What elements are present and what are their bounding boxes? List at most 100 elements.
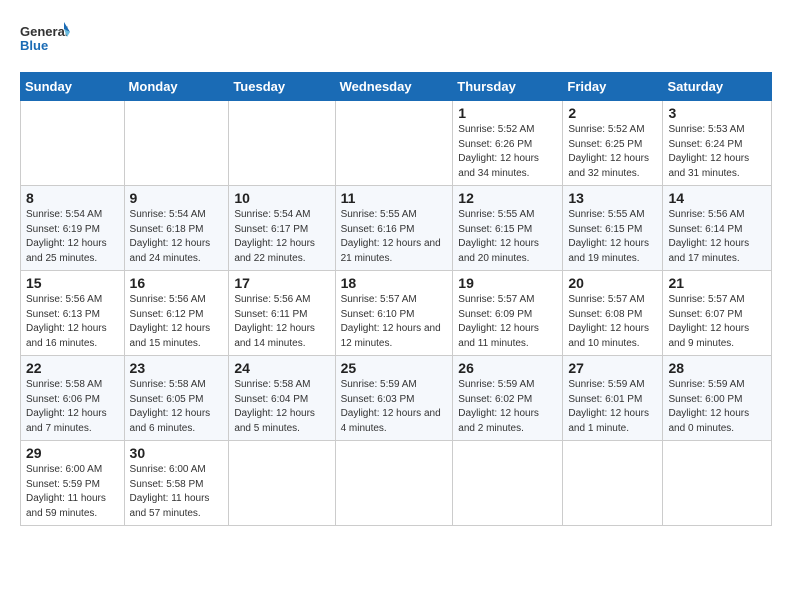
day-info: Sunrise: 5:57 AMSunset: 6:07 PMDaylight:… [668,294,749,349]
day-info: Sunrise: 5:55 AMSunset: 6:16 PMDaylight:… [341,209,441,264]
calendar-cell: 16 Sunrise: 5:56 AMSunset: 6:12 PMDaylig… [124,271,229,356]
day-info: Sunrise: 5:56 AMSunset: 6:12 PMDaylight:… [130,294,211,349]
day-info: Sunrise: 5:55 AMSunset: 6:15 PMDaylight:… [458,209,539,264]
column-header-saturday: Saturday [663,73,772,101]
calendar-cell: 15 Sunrise: 5:56 AMSunset: 6:13 PMDaylig… [21,271,125,356]
day-info: Sunrise: 6:00 AMSunset: 5:59 PMDaylight:… [26,464,106,519]
day-info: Sunrise: 5:52 AMSunset: 6:25 PMDaylight:… [568,124,649,179]
calendar-cell: 17 Sunrise: 5:56 AMSunset: 6:11 PMDaylig… [229,271,335,356]
calendar-cell: 14 Sunrise: 5:56 AMSunset: 6:14 PMDaylig… [663,186,772,271]
calendar-cell [229,441,335,526]
calendar-week-3: 15 Sunrise: 5:56 AMSunset: 6:13 PMDaylig… [21,271,772,356]
calendar-week-1: 1 Sunrise: 5:52 AMSunset: 6:26 PMDayligh… [21,101,772,186]
day-info: Sunrise: 5:56 AMSunset: 6:13 PMDaylight:… [26,294,107,349]
day-info: Sunrise: 5:54 AMSunset: 6:19 PMDaylight:… [26,209,107,264]
day-number: 29 [26,445,119,461]
calendar-cell: 19 Sunrise: 5:57 AMSunset: 6:09 PMDaylig… [453,271,563,356]
calendar-cell [663,441,772,526]
calendar-week-2: 8 Sunrise: 5:54 AMSunset: 6:19 PMDayligh… [21,186,772,271]
day-info: Sunrise: 5:56 AMSunset: 6:14 PMDaylight:… [668,209,749,264]
day-info: Sunrise: 5:54 AMSunset: 6:18 PMDaylight:… [130,209,211,264]
day-number: 3 [668,105,766,121]
calendar-week-4: 22 Sunrise: 5:58 AMSunset: 6:06 PMDaylig… [21,356,772,441]
calendar-cell [563,441,663,526]
day-info: Sunrise: 5:55 AMSunset: 6:15 PMDaylight:… [568,209,649,264]
day-info: Sunrise: 5:58 AMSunset: 6:06 PMDaylight:… [26,379,107,434]
day-number: 12 [458,190,557,206]
day-number: 1 [458,105,557,121]
calendar-cell: 30 Sunrise: 6:00 AMSunset: 5:58 PMDaylig… [124,441,229,526]
page-header: General Blue [20,20,772,62]
calendar-cell [335,441,453,526]
day-number: 28 [668,360,766,376]
column-header-thursday: Thursday [453,73,563,101]
day-info: Sunrise: 5:58 AMSunset: 6:04 PMDaylight:… [234,379,315,434]
calendar-cell: 22 Sunrise: 5:58 AMSunset: 6:06 PMDaylig… [21,356,125,441]
day-info: Sunrise: 5:58 AMSunset: 6:05 PMDaylight:… [130,379,211,434]
day-info: Sunrise: 5:59 AMSunset: 6:01 PMDaylight:… [568,379,649,434]
calendar-cell: 28 Sunrise: 5:59 AMSunset: 6:00 PMDaylig… [663,356,772,441]
calendar-cell: 18 Sunrise: 5:57 AMSunset: 6:10 PMDaylig… [335,271,453,356]
calendar-cell: 20 Sunrise: 5:57 AMSunset: 6:08 PMDaylig… [563,271,663,356]
calendar-cell: 23 Sunrise: 5:58 AMSunset: 6:05 PMDaylig… [124,356,229,441]
calendar-cell: 11 Sunrise: 5:55 AMSunset: 6:16 PMDaylig… [335,186,453,271]
day-number: 22 [26,360,119,376]
day-number: 20 [568,275,657,291]
day-number: 17 [234,275,329,291]
day-info: Sunrise: 5:59 AMSunset: 6:00 PMDaylight:… [668,379,749,434]
calendar-cell: 24 Sunrise: 5:58 AMSunset: 6:04 PMDaylig… [229,356,335,441]
calendar-week-5: 29 Sunrise: 6:00 AMSunset: 5:59 PMDaylig… [21,441,772,526]
calendar-cell [229,101,335,186]
day-number: 26 [458,360,557,376]
day-number: 15 [26,275,119,291]
day-number: 18 [341,275,448,291]
calendar-cell [124,101,229,186]
day-number: 2 [568,105,657,121]
day-number: 21 [668,275,766,291]
day-number: 13 [568,190,657,206]
calendar-body: 1 Sunrise: 5:52 AMSunset: 6:26 PMDayligh… [21,101,772,526]
calendar-cell [453,441,563,526]
day-number: 24 [234,360,329,376]
calendar-cell: 8 Sunrise: 5:54 AMSunset: 6:19 PMDayligh… [21,186,125,271]
svg-text:General: General [20,24,68,39]
logo: General Blue [20,20,70,62]
calendar-cell: 29 Sunrise: 6:00 AMSunset: 5:59 PMDaylig… [21,441,125,526]
column-header-wednesday: Wednesday [335,73,453,101]
logo-svg: General Blue [20,20,70,62]
day-info: Sunrise: 5:57 AMSunset: 6:08 PMDaylight:… [568,294,649,349]
day-info: Sunrise: 5:59 AMSunset: 6:02 PMDaylight:… [458,379,539,434]
calendar-cell: 10 Sunrise: 5:54 AMSunset: 6:17 PMDaylig… [229,186,335,271]
calendar-header-row: SundayMondayTuesdayWednesdayThursdayFrid… [21,73,772,101]
calendar-cell: 3 Sunrise: 5:53 AMSunset: 6:24 PMDayligh… [663,101,772,186]
calendar-cell: 13 Sunrise: 5:55 AMSunset: 6:15 PMDaylig… [563,186,663,271]
day-number: 11 [341,190,448,206]
day-number: 25 [341,360,448,376]
calendar-cell: 9 Sunrise: 5:54 AMSunset: 6:18 PMDayligh… [124,186,229,271]
day-info: Sunrise: 5:56 AMSunset: 6:11 PMDaylight:… [234,294,315,349]
calendar-cell: 12 Sunrise: 5:55 AMSunset: 6:15 PMDaylig… [453,186,563,271]
day-number: 16 [130,275,224,291]
calendar-cell: 2 Sunrise: 5:52 AMSunset: 6:25 PMDayligh… [563,101,663,186]
calendar-cell: 1 Sunrise: 5:52 AMSunset: 6:26 PMDayligh… [453,101,563,186]
calendar-cell [335,101,453,186]
day-info: Sunrise: 5:59 AMSunset: 6:03 PMDaylight:… [341,379,441,434]
day-info: Sunrise: 5:57 AMSunset: 6:10 PMDaylight:… [341,294,441,349]
day-number: 10 [234,190,329,206]
day-number: 14 [668,190,766,206]
day-number: 19 [458,275,557,291]
calendar-cell [21,101,125,186]
day-number: 9 [130,190,224,206]
calendar-cell: 25 Sunrise: 5:59 AMSunset: 6:03 PMDaylig… [335,356,453,441]
calendar-cell: 26 Sunrise: 5:59 AMSunset: 6:02 PMDaylig… [453,356,563,441]
day-number: 27 [568,360,657,376]
day-info: Sunrise: 5:52 AMSunset: 6:26 PMDaylight:… [458,124,539,179]
calendar-table: SundayMondayTuesdayWednesdayThursdayFrid… [20,72,772,526]
day-info: Sunrise: 5:57 AMSunset: 6:09 PMDaylight:… [458,294,539,349]
column-header-sunday: Sunday [21,73,125,101]
day-info: Sunrise: 6:00 AMSunset: 5:58 PMDaylight:… [130,464,210,519]
svg-text:Blue: Blue [20,38,48,53]
day-number: 8 [26,190,119,206]
day-info: Sunrise: 5:53 AMSunset: 6:24 PMDaylight:… [668,124,749,179]
column-header-friday: Friday [563,73,663,101]
